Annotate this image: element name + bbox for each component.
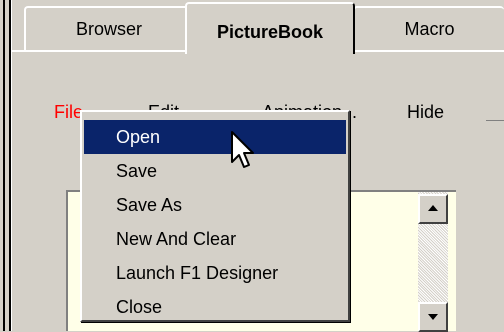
arrow-cursor-icon — [231, 131, 254, 168]
menu-item-launch-f1-designer[interactable]: Launch F1 Designer — [84, 256, 346, 290]
tab-browser[interactable]: Browser — [24, 6, 194, 52]
scroll-down-arrow-icon — [428, 314, 438, 320]
menu-item-save[interactable]: Save — [84, 154, 346, 188]
menu-file[interactable]: File — [54, 102, 83, 123]
scroll-up-arrow-icon — [428, 205, 438, 211]
menu-item-close[interactable]: Close — [84, 290, 346, 324]
menu-hide[interactable]: Hide — [407, 102, 444, 123]
border-line — [3, 0, 5, 331]
menubar-separator — [486, 120, 504, 121]
tab-macro[interactable]: Macro — [353, 6, 504, 52]
tab-macro-label: Macro — [404, 19, 455, 39]
window-left-border — [0, 0, 12, 331]
scroll-up-button[interactable] — [418, 194, 448, 224]
file-dropdown-menu: Open Save Save As New And Clear Launch F… — [80, 110, 350, 322]
tab-browser-label: Browser — [75, 19, 142, 39]
tab-strip-edge — [355, 50, 504, 52]
scroll-down-button[interactable] — [418, 302, 448, 332]
tab-strip-edge — [12, 50, 185, 52]
menu-item-open[interactable]: Open — [84, 120, 346, 154]
menu-item-save-as[interactable]: Save As — [84, 188, 346, 222]
menu-item-new-and-clear[interactable]: New And Clear — [84, 222, 346, 256]
tab-picturebook[interactable]: PictureBook — [185, 2, 355, 54]
tab-picturebook-label: PictureBook — [216, 22, 324, 42]
